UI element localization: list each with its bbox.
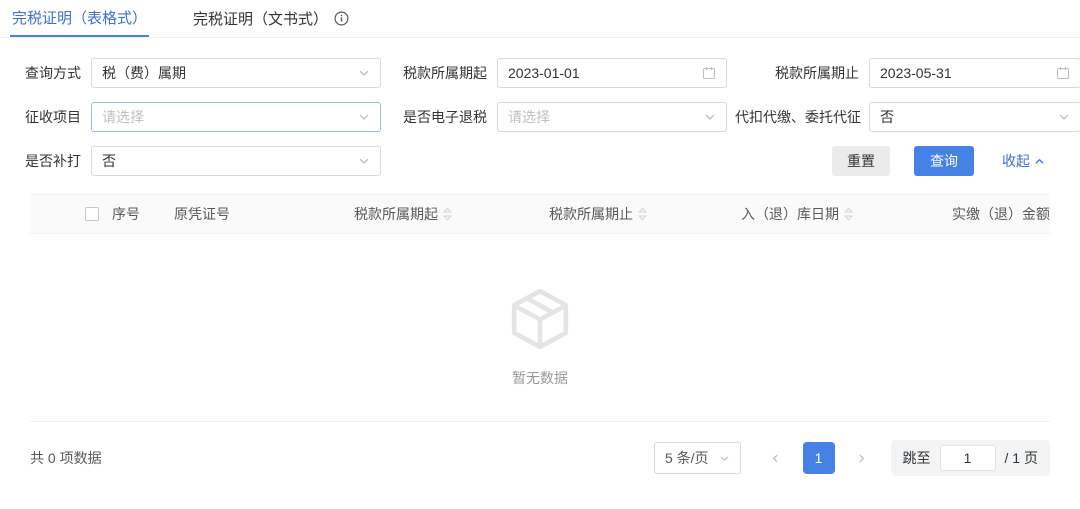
chevron-down-icon bbox=[358, 155, 370, 167]
query-method-label: 查询方式 bbox=[23, 63, 81, 83]
collection-item-select[interactable]: 请选择 bbox=[91, 102, 381, 132]
total-count-text: 共 0 项数据 bbox=[30, 448, 102, 468]
period-start-input[interactable] bbox=[508, 65, 702, 81]
reprint-select[interactable]: 否 bbox=[91, 146, 381, 176]
collapse-label: 收起 bbox=[1002, 151, 1030, 171]
column-label: 入（退）库日期 bbox=[741, 204, 839, 224]
page-size-value: 5 条/页 bbox=[665, 448, 709, 468]
withholding-agency-select[interactable]: 否 bbox=[869, 102, 1080, 132]
electronic-refund-field: 是否电子退税 请选择 bbox=[399, 102, 727, 132]
period-start-field: 税款所属期起 bbox=[399, 58, 727, 88]
reprint-value: 否 bbox=[102, 151, 116, 171]
chevron-left-icon bbox=[770, 453, 781, 464]
chevron-right-icon bbox=[856, 453, 867, 464]
prev-page-button[interactable] bbox=[763, 442, 789, 474]
calendar-icon bbox=[1056, 66, 1070, 80]
column-header-original-voucher-no: 原凭证号 bbox=[174, 204, 354, 224]
electronic-refund-placeholder: 请选择 bbox=[508, 107, 550, 127]
page-size-select[interactable]: 5 条/页 bbox=[654, 442, 741, 474]
tab-label: 完税证明（文书式） bbox=[193, 8, 328, 29]
query-method-field: 查询方式 税（费）属期 bbox=[23, 58, 381, 88]
page-total-text: / 1 页 bbox=[1005, 448, 1038, 468]
period-start-label: 税款所属期起 bbox=[399, 63, 487, 83]
reset-button[interactable]: 重置 bbox=[832, 146, 890, 176]
form-actions: 重置 查询 收起 bbox=[832, 146, 1057, 176]
info-circle-icon[interactable] bbox=[334, 11, 349, 26]
empty-text: 暂无数据 bbox=[512, 368, 568, 388]
column-header-seq: 序号 bbox=[112, 204, 174, 224]
filter-row-1: 查询方式 税（费）属期 税款所属期起 税款所属期止 bbox=[23, 58, 1057, 88]
period-end-input[interactable] bbox=[880, 65, 1056, 81]
tab-tax-certificate-document-format[interactable]: 完税证明（文书式） bbox=[191, 0, 351, 37]
withholding-agency-label: 代扣代缴、委托代征 bbox=[735, 107, 859, 127]
collapse-link[interactable]: 收起 bbox=[1002, 151, 1045, 171]
sort-icon[interactable] bbox=[443, 207, 452, 221]
select-all-checkbox[interactable] bbox=[85, 207, 99, 221]
column-label: 序号 bbox=[112, 204, 140, 224]
period-end-datepicker[interactable] bbox=[869, 58, 1080, 88]
chevron-down-icon bbox=[704, 111, 716, 123]
jump-label: 跳至 bbox=[903, 448, 931, 468]
reprint-label: 是否补打 bbox=[23, 151, 81, 171]
sort-icon[interactable] bbox=[638, 207, 647, 221]
empty-box-icon bbox=[507, 286, 573, 352]
column-header-deposit-refund-date: 入（退）库日期 bbox=[741, 204, 920, 224]
column-header-paid-refund-amount: 实缴（退）金额 bbox=[920, 204, 1050, 224]
filter-row-2: 征收项目 请选择 是否电子退税 请选择 代扣代缴、委托代征 否 bbox=[23, 102, 1057, 132]
results-table: 序号 原凭证号 税款所属期起 税款所属期止 入（退）库日期 实缴（退）金额 bbox=[30, 194, 1050, 421]
jump-page-input[interactable] bbox=[940, 445, 996, 471]
query-method-value: 税（费）属期 bbox=[102, 63, 186, 83]
tab-bar: 完税证明（表格式） 完税证明（文书式） bbox=[0, 0, 1080, 38]
column-header-tax-period-start: 税款所属期起 bbox=[354, 204, 549, 224]
page-jump-group: 跳至 / 1 页 bbox=[891, 440, 1050, 476]
chevron-down-icon bbox=[719, 453, 730, 464]
collection-item-label: 征收项目 bbox=[23, 107, 81, 127]
chevron-down-icon bbox=[358, 67, 370, 79]
filter-row-3: 是否补打 否 重置 查询 收起 bbox=[23, 146, 1057, 176]
chevron-up-icon bbox=[1034, 156, 1045, 167]
sort-icon[interactable] bbox=[844, 207, 853, 221]
tab-label: 完税证明（表格式） bbox=[12, 7, 147, 28]
pagination: 5 条/页 1 跳至 / 1 页 bbox=[654, 440, 1050, 476]
table-footer: 共 0 项数据 5 条/页 1 跳至 / 1 页 bbox=[30, 421, 1050, 494]
electronic-refund-select[interactable]: 请选择 bbox=[497, 102, 727, 132]
empty-state: 暂无数据 bbox=[30, 234, 1050, 421]
column-label: 原凭证号 bbox=[174, 204, 230, 224]
electronic-refund-label: 是否电子退税 bbox=[399, 107, 487, 127]
chevron-down-icon bbox=[358, 111, 370, 123]
column-header-tax-period-end: 税款所属期止 bbox=[549, 204, 741, 224]
collection-item-field: 征收项目 请选择 bbox=[23, 102, 381, 132]
period-end-label: 税款所属期止 bbox=[735, 63, 859, 83]
calendar-icon bbox=[702, 66, 716, 80]
period-start-datepicker[interactable] bbox=[497, 58, 727, 88]
table-header-row: 序号 原凭证号 税款所属期起 税款所属期止 入（退）库日期 实缴（退）金额 bbox=[30, 194, 1050, 234]
withholding-agency-field: 代扣代缴、委托代征 否 bbox=[735, 102, 1080, 132]
collection-item-placeholder: 请选择 bbox=[102, 107, 144, 127]
next-page-button[interactable] bbox=[849, 442, 875, 474]
reprint-field: 是否补打 否 bbox=[23, 146, 381, 176]
column-label: 税款所属期止 bbox=[549, 204, 633, 224]
chevron-down-icon bbox=[1058, 111, 1070, 123]
search-button[interactable]: 查询 bbox=[914, 146, 974, 176]
column-label: 实缴（退）金额 bbox=[952, 204, 1050, 224]
filter-form: 查询方式 税（费）属期 税款所属期起 税款所属期止 bbox=[0, 38, 1080, 176]
period-end-field: 税款所属期止 bbox=[735, 58, 1080, 88]
column-label: 税款所属期起 bbox=[354, 204, 438, 224]
query-method-select[interactable]: 税（费）属期 bbox=[91, 58, 381, 88]
page-number-button[interactable]: 1 bbox=[803, 442, 835, 474]
withholding-agency-value: 否 bbox=[880, 107, 894, 127]
tab-tax-certificate-table-format[interactable]: 完税证明（表格式） bbox=[10, 0, 149, 37]
